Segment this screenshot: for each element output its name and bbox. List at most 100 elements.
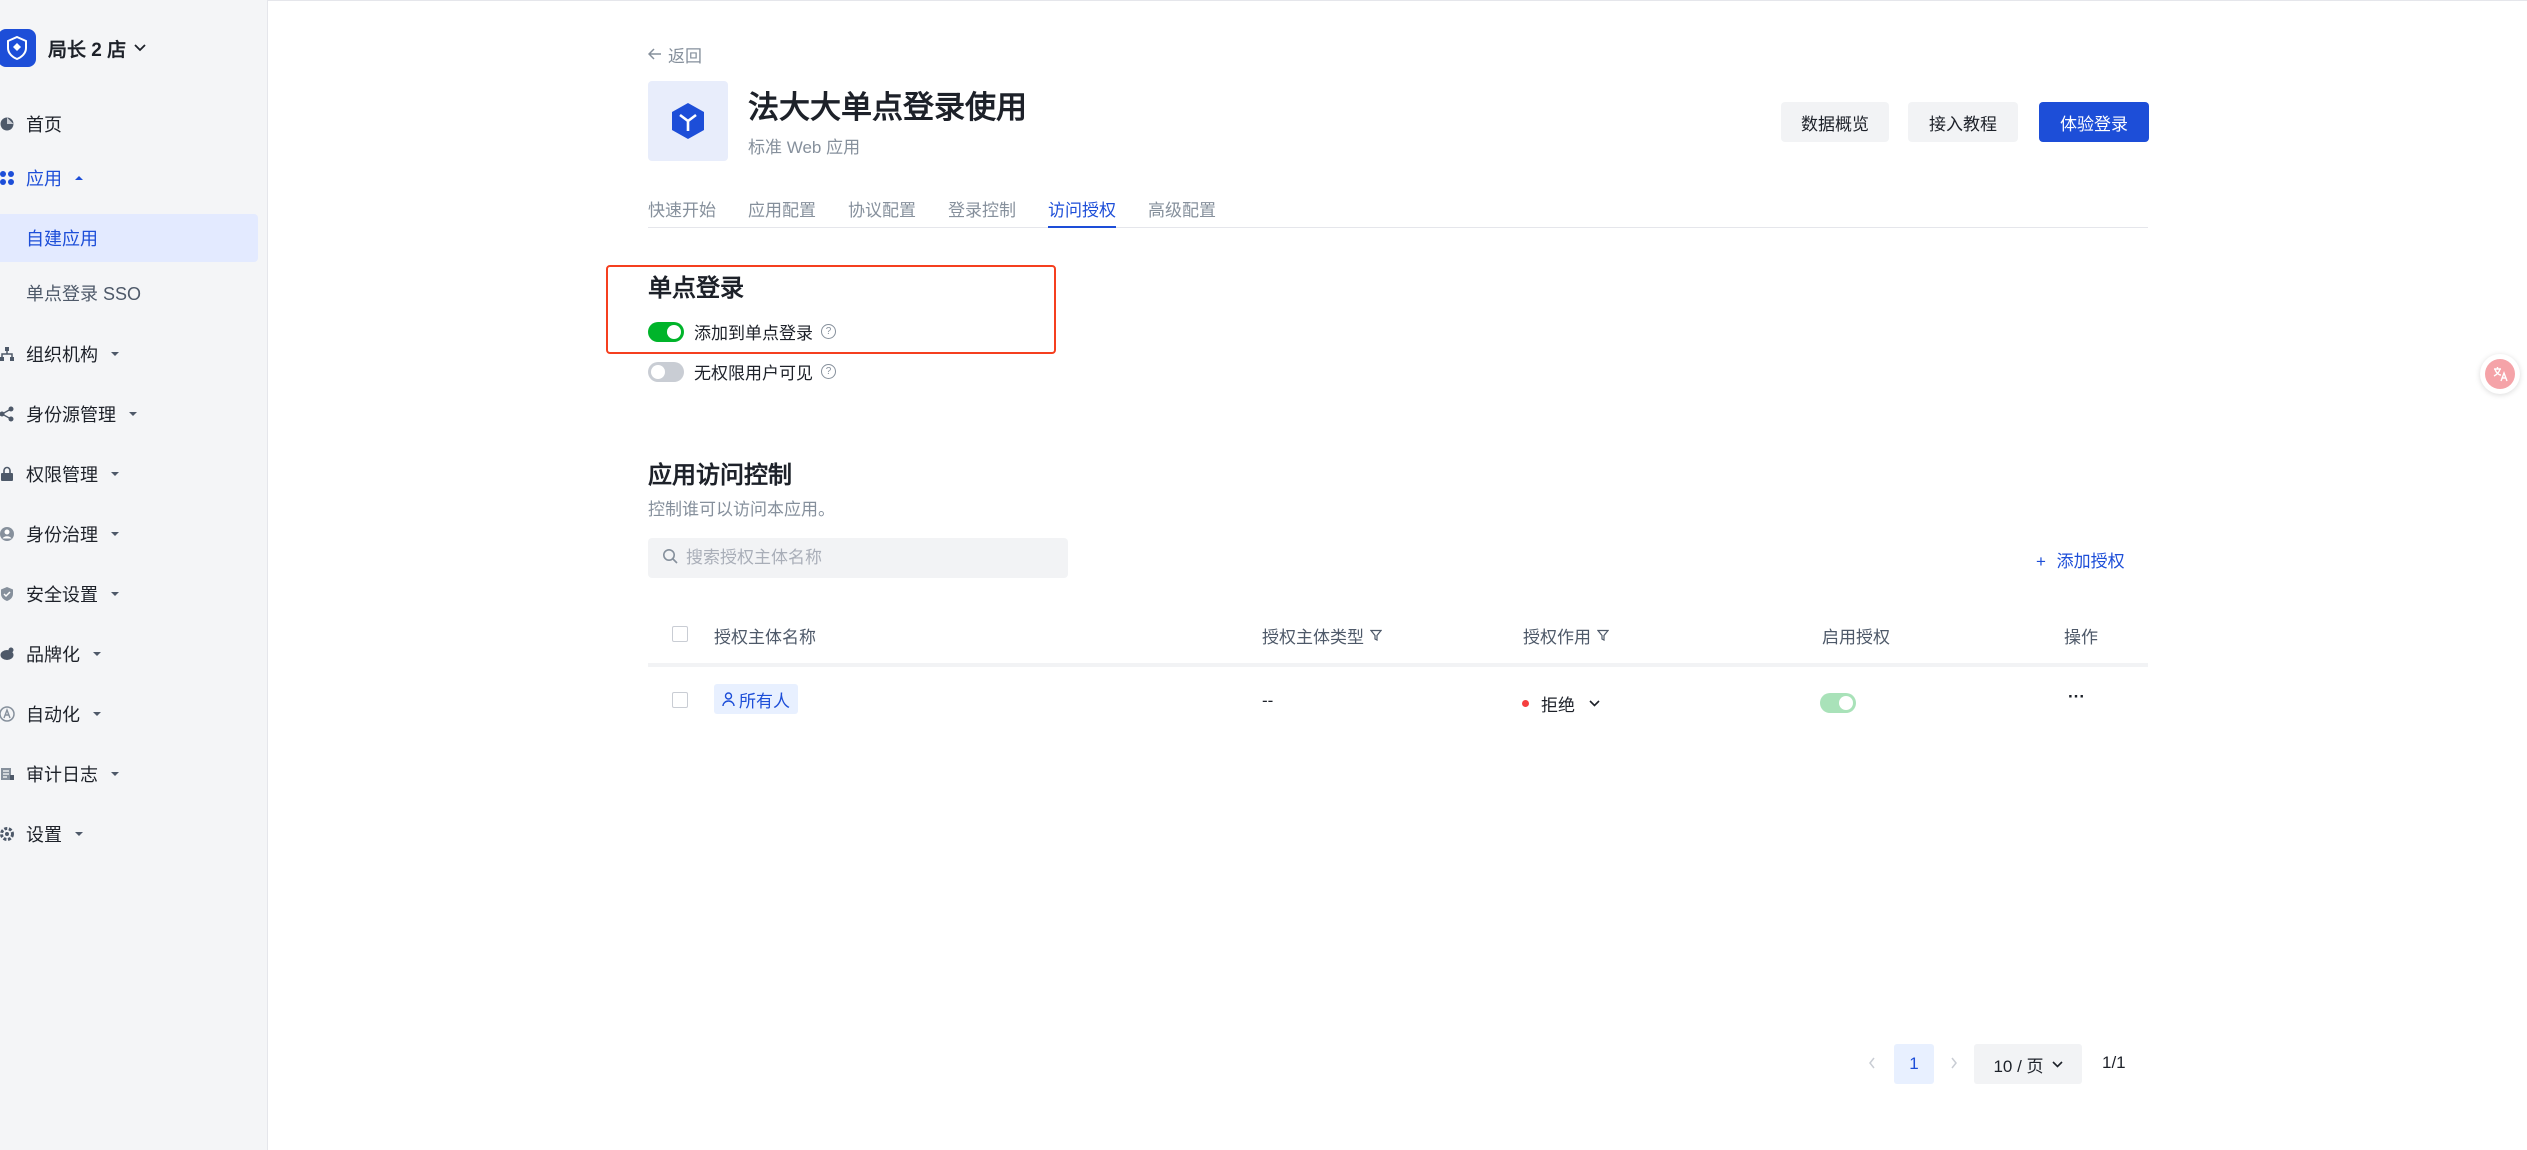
plus-icon: + (2036, 552, 2046, 571)
add-to-sso-toggle[interactable] (648, 321, 684, 342)
identity-icon (0, 525, 16, 543)
sidebar-item-label: 审计日志 (26, 765, 98, 785)
help-icon[interactable]: ? (821, 364, 836, 379)
more-actions-icon[interactable]: ··· (2068, 687, 2085, 707)
sidebar-item-audit-log[interactable]: 审计日志 (0, 750, 268, 798)
lock-icon (0, 465, 16, 483)
column-label: 授权主体名称 (714, 628, 816, 647)
add-authorization-label: 添加授权 (2056, 552, 2125, 571)
integration-tutorial-button[interactable]: 接入教程 (1908, 102, 2018, 142)
chevron-down-icon (128, 411, 138, 417)
next-page-icon[interactable] (1950, 1056, 1958, 1074)
column-header-enabled: 启用授权 (1822, 623, 1890, 648)
app-type-label: 标准 Web 应用 (748, 138, 861, 157)
log-icon (0, 765, 16, 783)
data-overview-button[interactable]: 数据概览 (1781, 102, 1889, 142)
brand-name: 局长 2 店 (48, 39, 127, 61)
automation-icon (0, 705, 16, 723)
translate-icon (2485, 359, 2515, 389)
select-all-checkbox[interactable] (672, 626, 688, 642)
sidebar-item-security[interactable]: 安全设置 (0, 570, 268, 618)
search-input[interactable] (686, 548, 1046, 568)
search-box (648, 538, 1068, 578)
tab-login-control[interactable]: 登录控制 (948, 196, 1016, 228)
effect-select[interactable]: 拒绝 (1522, 691, 1600, 716)
brand-switcher[interactable]: 局长 2 店 (0, 28, 146, 68)
add-authorization-button[interactable]: + 添加授权 (2036, 547, 2125, 572)
sidebar-subitem-label: 单点登录 SSO (26, 284, 142, 304)
help-icon[interactable]: ? (821, 324, 836, 339)
filter-icon[interactable] (1369, 626, 1383, 646)
back-label: 返回 (668, 47, 702, 66)
tab-protocol-config[interactable]: 协议配置 (848, 196, 916, 228)
sidebar-subitem-sso[interactable]: 单点登录 SSO (0, 269, 258, 317)
sso-section-title: 单点登录 (648, 275, 744, 302)
tab-access-authorization[interactable]: 访问授权 (1048, 196, 1116, 228)
sidebar-item-identity-source[interactable]: 身份源管理 (0, 390, 268, 438)
principal-type: -- (1262, 691, 1274, 710)
enable-authorization-toggle[interactable] (1820, 693, 1856, 713)
sidebar: 局长 2 店 首页 应用 自建应用 单点登录 SSO 组织机构 身份源管理 权限… (0, 0, 268, 1150)
chevron-up-icon (74, 175, 84, 181)
sidebar-item-home[interactable]: 首页 (0, 100, 268, 148)
column-header-actions: 操作 (2064, 623, 2098, 648)
column-header-name: 授权主体名称 (714, 623, 816, 648)
sidebar-item-label: 组织机构 (26, 345, 98, 365)
page-size-value: 10 / 页 (1993, 1056, 2044, 1076)
sidebar-subitem-label: 自建应用 (26, 229, 98, 249)
page-size-select[interactable]: 10 / 页 (1974, 1044, 2082, 1084)
user-icon (722, 691, 735, 707)
sidebar-item-automation[interactable]: 自动化 (0, 690, 268, 738)
sidebar-subitem-custom-apps[interactable]: 自建应用 (0, 214, 258, 262)
sidebar-item-org[interactable]: 组织机构 (0, 330, 268, 378)
search-icon (662, 548, 678, 569)
sidebar-item-label: 身份源管理 (26, 405, 116, 425)
visible-unauthorized-toggle[interactable] (648, 361, 684, 382)
sidebar-item-settings[interactable]: 设置 (0, 810, 268, 858)
tab-bar: 快速开始 应用配置 协议配置 登录控制 访问授权 高级配置 (648, 190, 2148, 228)
access-section-title: 应用访问控制 (648, 462, 792, 489)
sidebar-item-label: 自动化 (26, 705, 80, 725)
sidebar-item-branding[interactable]: 品牌化 (0, 630, 268, 678)
tab-app-config[interactable]: 应用配置 (748, 196, 816, 228)
tab-quick-start[interactable]: 快速开始 (648, 196, 716, 228)
chevron-down-icon (92, 711, 102, 717)
principal-name: 所有人 (739, 691, 790, 711)
floating-assistant-button[interactable] (2480, 354, 2520, 394)
add-to-sso-row: 添加到单点登录 ? (648, 319, 836, 344)
chevron-down-icon (110, 471, 120, 477)
tab-advanced-config[interactable]: 高级配置 (1148, 196, 1216, 228)
arrow-left-icon (647, 45, 662, 65)
deny-status-dot (1522, 700, 1529, 707)
try-login-button[interactable]: 体验登录 (2039, 102, 2149, 142)
principal-tag[interactable]: 所有人 (714, 684, 798, 714)
chevron-down-icon (110, 591, 120, 597)
add-to-sso-label: 添加到单点登录 (694, 324, 813, 343)
column-label: 启用授权 (1822, 628, 1890, 647)
row-checkbox[interactable] (672, 692, 688, 708)
page-number-button[interactable]: 1 (1894, 1044, 1934, 1084)
back-link[interactable]: 返回 (647, 42, 702, 67)
brand-icon (0, 645, 16, 663)
app-logo (648, 81, 728, 161)
brand-shield-icon (0, 29, 36, 67)
column-label: 操作 (2064, 628, 2098, 647)
sidebar-item-label: 首页 (26, 115, 62, 135)
top-divider (268, 0, 2527, 1)
sidebar-item-label: 品牌化 (26, 645, 80, 665)
effect-value: 拒绝 (1541, 696, 1575, 715)
chevron-down-icon (110, 351, 120, 357)
filter-icon[interactable] (1596, 626, 1610, 646)
chevron-down-icon (74, 831, 84, 837)
chevron-down-icon (1589, 700, 1600, 707)
sidebar-item-identity-governance[interactable]: 身份治理 (0, 510, 268, 558)
org-icon (0, 345, 16, 363)
shield-icon (0, 585, 16, 603)
share-icon (0, 405, 16, 423)
visible-unauthorized-label: 无权限用户可见 (694, 364, 813, 383)
chevron-down-icon (92, 651, 102, 657)
sidebar-item-label: 身份治理 (26, 525, 98, 545)
prev-page-icon[interactable] (1868, 1056, 1876, 1074)
sidebar-item-apps[interactable]: 应用 (0, 154, 268, 202)
sidebar-item-permissions[interactable]: 权限管理 (0, 450, 268, 498)
